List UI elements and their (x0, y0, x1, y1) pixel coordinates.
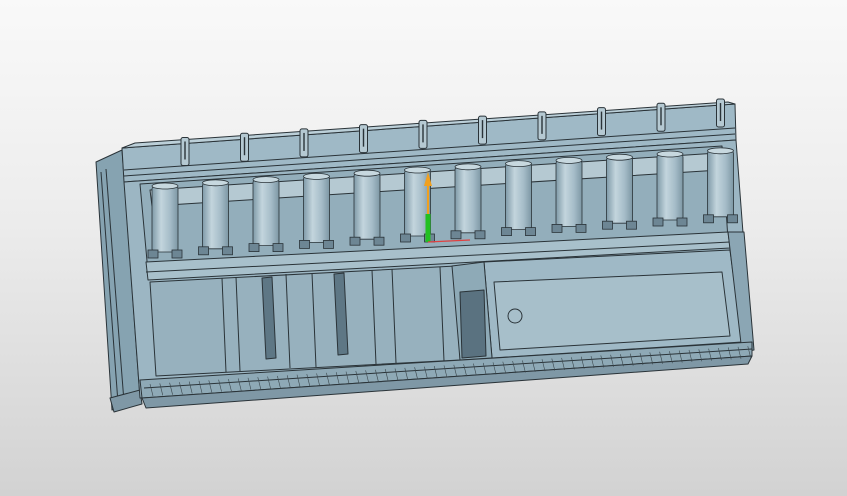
conveyor-roller (147, 182, 183, 259)
conveyor-roller (198, 179, 233, 256)
lower-left-bay (149, 265, 461, 377)
3d-viewport[interactable] (0, 0, 847, 496)
top-bracket (716, 98, 725, 128)
conveyor-roller (652, 150, 688, 227)
top-bracket (656, 102, 666, 132)
conveyor-roller (551, 156, 587, 233)
top-bracket (299, 128, 309, 158)
conveyor-roller (450, 163, 486, 240)
conveyor-roller (349, 169, 385, 246)
conveyor-assembly-model[interactable] (0, 0, 847, 496)
top-bracket (240, 132, 249, 162)
conveyor-roller (703, 147, 738, 224)
top-bracket (597, 107, 606, 137)
conveyor-roller (501, 160, 536, 237)
top-bracket (418, 119, 428, 149)
top-bracket (180, 136, 190, 166)
top-bracket (359, 124, 368, 154)
conveyor-roller (248, 176, 284, 253)
conveyor-roller (299, 172, 334, 249)
top-bracket (537, 111, 547, 141)
conveyor-roller (602, 153, 637, 230)
top-bracket (478, 115, 487, 145)
lower-right-door (493, 271, 731, 351)
